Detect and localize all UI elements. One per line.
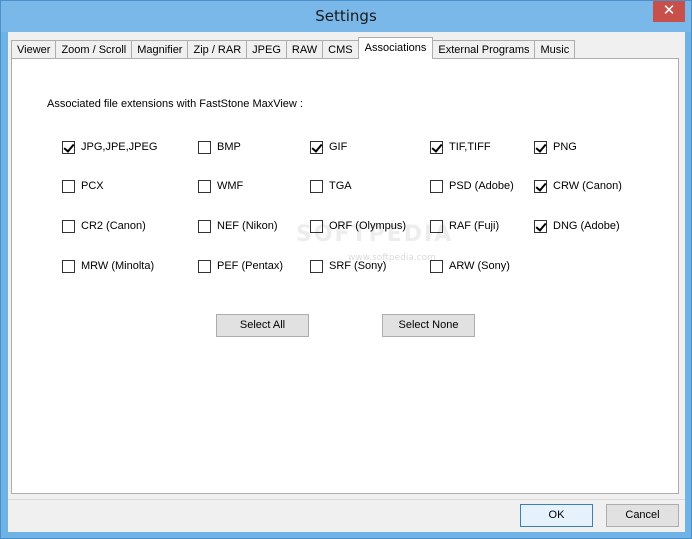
checkbox-pef[interactable]: PEF (Pentax) xyxy=(198,258,283,274)
checkbox-label: JPG,JPE,JPEG xyxy=(81,141,158,153)
checkbox-label: PEF (Pentax) xyxy=(217,260,284,272)
checkbox-box[interactable] xyxy=(430,179,443,193)
checkbox-label: NEF (Nikon) xyxy=(217,220,278,232)
checkbox-png[interactable]: PNG xyxy=(534,139,577,155)
footer-divider xyxy=(8,499,685,500)
close-icon: ✕ xyxy=(662,2,676,19)
checkbox-label: BMP xyxy=(217,141,241,153)
checkbox-box[interactable] xyxy=(62,259,75,273)
checkbox-box[interactable] xyxy=(62,179,75,193)
checkbox-mrw[interactable]: MRW (Minolta) xyxy=(62,258,154,274)
checkbox-box[interactable] xyxy=(310,259,323,273)
checkbox-dng[interactable]: DNG (Adobe) xyxy=(534,218,620,234)
select-none-button[interactable]: Select None xyxy=(382,314,475,337)
window-title: Settings xyxy=(315,7,377,25)
tab-zoom-scroll[interactable]: Zoom / Scroll xyxy=(55,40,133,59)
checkbox-box[interactable] xyxy=(310,140,323,154)
checkbox-box[interactable] xyxy=(310,179,323,193)
checkbox-box[interactable] xyxy=(62,140,75,154)
checkbox-nef[interactable]: NEF (Nikon) xyxy=(198,218,278,234)
checkbox-label: TGA xyxy=(329,180,352,192)
dialog-body: Viewer Zoom / Scroll Magnifier Zip / RAR… xyxy=(8,32,685,532)
tab-external-programs[interactable]: External Programs xyxy=(432,40,536,59)
checkbox-bmp[interactable]: BMP xyxy=(198,139,241,155)
checkbox-gif[interactable]: GIF xyxy=(310,139,347,155)
tab-cms[interactable]: CMS xyxy=(322,40,359,59)
tab-zip-rar[interactable]: Zip / RAR xyxy=(187,40,248,59)
tab-magnifier[interactable]: Magnifier xyxy=(131,40,189,59)
checkbox-box[interactable] xyxy=(198,179,211,193)
tab-raw[interactable]: RAW xyxy=(285,40,324,59)
checkbox-label: WMF xyxy=(217,180,244,192)
tab-viewer[interactable]: Viewer xyxy=(11,40,57,59)
tab-music[interactable]: Music xyxy=(534,40,576,59)
checkbox-label: PSD (Adobe) xyxy=(449,180,514,192)
checkbox-box[interactable] xyxy=(534,179,547,193)
checkbox-cr2[interactable]: CR2 (Canon) xyxy=(62,218,146,234)
checkbox-box[interactable] xyxy=(62,219,75,233)
checkbox-box[interactable] xyxy=(430,140,443,154)
checkbox-label: CRW (Canon) xyxy=(553,180,622,192)
checkbox-box[interactable] xyxy=(534,140,547,154)
checkbox-box[interactable] xyxy=(198,259,211,273)
close-button[interactable]: ✕ xyxy=(653,1,685,22)
checkbox-label: GIF xyxy=(329,141,348,153)
watermark-url: www.softpedia.com xyxy=(348,253,436,263)
checkbox-label: RAF (Fuji) xyxy=(449,220,500,232)
tab-associations[interactable]: Associations xyxy=(357,37,434,59)
settings-window: Settings ✕ Viewer Zoom / Scroll Magnifie… xyxy=(0,0,692,539)
tab-strip: Viewer Zoom / Scroll Magnifier Zip / RAR… xyxy=(11,37,576,59)
checkbox-psd[interactable]: PSD (Adobe) xyxy=(430,178,514,194)
checkbox-pcx[interactable]: PCX xyxy=(62,178,104,194)
checkbox-label: MRW (Minolta) xyxy=(81,260,155,272)
checkbox-tif[interactable]: TIF,TIFF xyxy=(430,139,491,155)
checkbox-label: ARW (Sony) xyxy=(449,260,510,272)
watermark-logo: SOFTPEDIA xyxy=(296,222,454,247)
associations-panel xyxy=(11,58,679,494)
checkbox-jpg[interactable]: JPG,JPE,JPEG xyxy=(62,139,157,155)
title-bar[interactable]: Settings ✕ xyxy=(1,1,691,32)
checkbox-box[interactable] xyxy=(534,219,547,233)
checkbox-label: CR2 (Canon) xyxy=(81,220,146,232)
checkbox-label: DNG (Adobe) xyxy=(553,220,620,232)
select-all-button[interactable]: Select All xyxy=(216,314,309,337)
tab-jpeg[interactable]: JPEG xyxy=(246,40,287,59)
ok-button[interactable]: OK xyxy=(520,504,593,527)
cancel-button[interactable]: Cancel xyxy=(606,504,679,527)
checkbox-box[interactable] xyxy=(198,140,211,154)
checkbox-label: TIF,TIFF xyxy=(449,141,491,153)
associations-heading: Associated file extensions with FastSton… xyxy=(47,98,303,110)
checkbox-tga[interactable]: TGA xyxy=(310,178,352,194)
checkbox-wmf[interactable]: WMF xyxy=(198,178,243,194)
checkbox-box[interactable] xyxy=(198,219,211,233)
checkbox-crw[interactable]: CRW (Canon) xyxy=(534,178,622,194)
checkbox-arw[interactable]: ARW (Sony) xyxy=(430,258,510,274)
checkbox-label: PNG xyxy=(553,141,577,153)
checkbox-label: PCX xyxy=(81,180,104,192)
